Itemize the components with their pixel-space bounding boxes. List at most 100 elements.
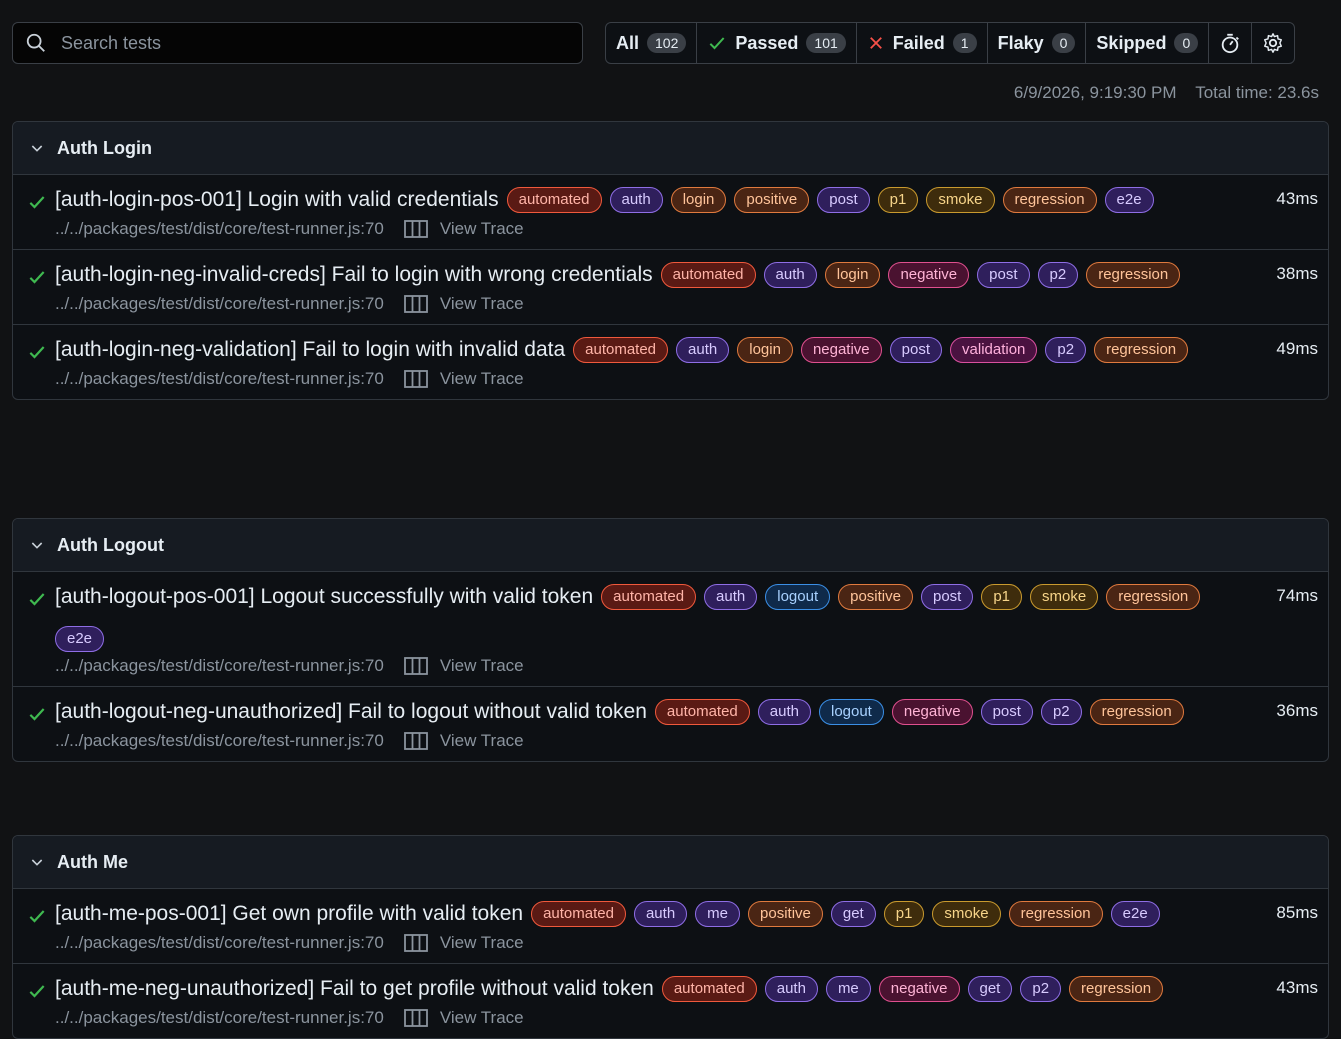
tag-badge[interactable]: regression <box>1069 976 1164 1002</box>
tag-badge[interactable]: regression <box>1086 262 1181 288</box>
tag-badge[interactable]: automated <box>573 337 669 363</box>
tag-badge[interactable]: login <box>670 187 727 213</box>
chevron-down-icon <box>31 145 43 152</box>
tag-badge[interactable]: logout <box>818 699 884 725</box>
test-location: ../../packages/test/dist/core/test-runne… <box>55 1008 384 1027</box>
tag-badge[interactable]: automated <box>506 187 602 213</box>
status-filters: All 102 Passed 101 Failed 1 Flaky 0 Skip… <box>605 22 1296 64</box>
tag-badge[interactable]: post <box>920 584 974 610</box>
tag-badge[interactable]: positive <box>838 584 913 610</box>
search-icon <box>26 33 45 52</box>
tag-badge[interactable]: get <box>967 976 1013 1002</box>
tag-badge[interactable]: p1 <box>981 584 1023 610</box>
tag-badge[interactable]: auth <box>609 187 663 213</box>
tag-badge[interactable]: auth <box>763 262 817 288</box>
tag-badge[interactable]: p2 <box>1037 262 1079 288</box>
tag-badge[interactable]: auth <box>757 699 811 725</box>
tag-badge[interactable]: post <box>977 262 1030 288</box>
tag-badge[interactable]: automated <box>654 699 750 725</box>
tag-badge[interactable]: regression <box>1008 901 1103 927</box>
search-box[interactable] <box>12 22 583 64</box>
tag-badge[interactable]: auth <box>633 901 688 927</box>
tag-badge[interactable]: e2e <box>55 626 105 652</box>
test-row[interactable]: [auth-me-pos-001] Get own profile with v… <box>13 889 1328 964</box>
tag-badge[interactable]: smoke <box>926 187 995 213</box>
tag-badge[interactable]: login <box>824 262 881 288</box>
test-row[interactable]: [auth-logout-pos-001] Logout successfull… <box>13 572 1328 687</box>
tag-badge[interactable]: p2 <box>1045 337 1087 363</box>
tag-badge[interactable]: automated <box>531 901 626 927</box>
trace-icon <box>403 732 428 750</box>
tag-badge[interactable]: auth <box>764 976 818 1002</box>
tag-badge[interactable]: smoke <box>932 901 1001 927</box>
tag-badge[interactable]: auth <box>704 584 758 610</box>
filter-label: Flaky <box>997 32 1044 53</box>
tag-badge[interactable]: e2e <box>1110 901 1160 927</box>
filter-passed[interactable]: Passed 101 <box>697 23 857 63</box>
settings-button[interactable] <box>1252 23 1294 63</box>
test-row[interactable]: [auth-login-neg-invalid-creds] Fail to l… <box>13 250 1328 325</box>
tag-badge[interactable]: p1 <box>883 901 925 927</box>
tag-badge[interactable]: login <box>737 337 793 363</box>
tag-badge[interactable]: e2e <box>1104 187 1154 213</box>
tag-badge[interactable]: positive <box>748 901 823 927</box>
tag-badge[interactable]: automated <box>660 262 756 288</box>
tag-badge[interactable]: me <box>825 976 871 1002</box>
test-row[interactable]: [auth-login-neg-validation] Fail to logi… <box>13 325 1328 399</box>
count-badge: 102 <box>647 33 687 53</box>
view-trace-label: View Trace <box>439 294 524 313</box>
test-row[interactable]: [auth-me-neg-unauthorized] Fail to get p… <box>13 964 1328 1038</box>
tag-badge[interactable]: automated <box>661 976 757 1002</box>
test-title: [auth-me-pos-001] Get own profile with v… <box>55 902 524 925</box>
view-trace-link[interactable]: View Trace <box>403 731 524 751</box>
test-row[interactable]: [auth-login-pos-001] Login with valid cr… <box>13 175 1328 250</box>
view-trace-label: View Trace <box>439 656 524 675</box>
tag-badge[interactable]: me <box>695 901 741 927</box>
suite-title: Auth Me <box>57 851 128 872</box>
tag-badge[interactable]: positive <box>734 187 810 213</box>
filter-skipped[interactable]: Skipped 0 <box>1086 23 1210 63</box>
suite-header[interactable]: Auth Logout <box>13 519 1328 572</box>
count-badge: 1 <box>952 33 977 53</box>
filter-all[interactable]: All 102 <box>606 23 698 63</box>
view-trace-link[interactable]: View Trace <box>403 294 524 314</box>
tag-badge[interactable]: p1 <box>877 187 919 213</box>
tag-badge[interactable]: automated <box>601 584 697 610</box>
test-row[interactable]: [auth-logout-neg-unauthorized] Fail to l… <box>13 687 1328 761</box>
tag-badge[interactable]: get <box>830 901 876 927</box>
filter-flaky[interactable]: Flaky 0 <box>988 23 1087 63</box>
view-trace-link[interactable]: View Trace <box>403 369 524 389</box>
view-trace-link[interactable]: View Trace <box>403 933 524 953</box>
check-icon <box>27 704 47 729</box>
suite-header[interactable]: Auth Me <box>13 836 1328 889</box>
stopwatch-button[interactable] <box>1209 23 1253 63</box>
test-location: ../../packages/test/dist/core/test-runne… <box>55 369 384 388</box>
tag-badge[interactable]: negative <box>800 337 882 363</box>
test-title: [auth-login-pos-001] Login with valid cr… <box>55 188 499 211</box>
tag-badge[interactable]: auth <box>676 337 730 363</box>
test-title: [auth-me-neg-unauthorized] Fail to get p… <box>55 977 654 1000</box>
tag-badge[interactable]: regression <box>1002 187 1097 213</box>
tag-badge[interactable]: smoke <box>1030 584 1099 610</box>
tag-badge[interactable]: post <box>980 699 1033 725</box>
tag-badge[interactable]: logout <box>765 584 831 610</box>
trace-icon <box>403 1009 428 1027</box>
tag-badge[interactable]: regression <box>1094 337 1189 363</box>
view-trace-link[interactable]: View Trace <box>403 219 524 239</box>
tag-badge[interactable]: negative <box>891 699 973 725</box>
view-trace-link[interactable]: View Trace <box>403 656 524 676</box>
filter-failed[interactable]: Failed 1 <box>857 23 988 63</box>
tag-badge[interactable]: p2 <box>1020 976 1062 1002</box>
tag-badge[interactable]: post <box>889 337 943 363</box>
tag-badge[interactable]: p2 <box>1040 699 1082 725</box>
trace-icon <box>403 657 428 675</box>
search-input[interactable] <box>59 31 543 55</box>
suite-header[interactable]: Auth Login <box>13 122 1328 175</box>
view-trace-link[interactable]: View Trace <box>403 1008 524 1028</box>
tag-badge[interactable]: post <box>817 187 870 213</box>
tag-badge[interactable]: validation <box>950 337 1038 363</box>
tag-badge[interactable]: negative <box>888 262 970 288</box>
tag-badge[interactable]: regression <box>1089 699 1184 725</box>
tag-badge[interactable]: negative <box>878 976 960 1002</box>
tag-badge[interactable]: regression <box>1106 584 1201 610</box>
